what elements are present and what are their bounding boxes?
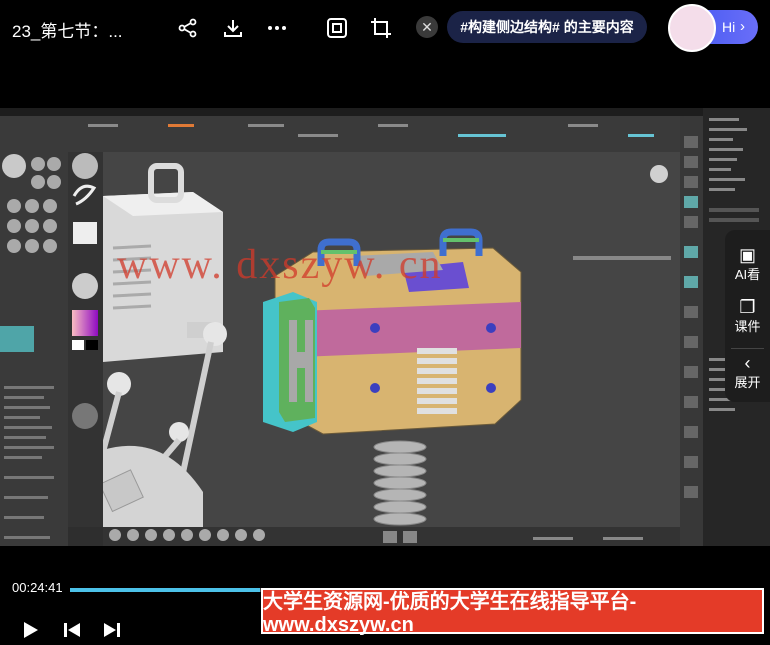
courseware-button[interactable]: ❐ 课件 <box>725 298 770 335</box>
zbrush-right-shelf <box>680 116 703 546</box>
progress-bar-fill <box>70 588 260 592</box>
next-icon[interactable] <box>102 620 122 645</box>
ai-icon: ▣ <box>738 245 756 265</box>
site-watermark: www. dxszyw. cn <box>117 242 443 288</box>
ai-watch-label: AI看 <box>734 267 761 282</box>
assistant-label: Hi <box>722 19 736 35</box>
chevron-right-icon: › <box>740 18 745 35</box>
zbrush-viewport <box>99 152 680 527</box>
top-bar: 23_第七节：... ✕ #构建侧边结构# 的主要内容 Hi › <box>0 0 770 56</box>
video-frame[interactable]: www. dxszyw. cn <box>0 108 770 546</box>
assistant-avatar-icon <box>668 4 716 52</box>
more-icon[interactable] <box>263 14 291 42</box>
zbrush-toolbar <box>68 116 703 152</box>
close-icon[interactable]: ✕ <box>416 16 438 38</box>
zbrush-screenshot: www. dxszyw. cn <box>0 108 703 546</box>
play-icon[interactable] <box>20 620 40 645</box>
zbrush-menu-bar <box>0 108 703 116</box>
chevron-left-icon: ‹ <box>744 353 751 373</box>
document-icon: ❐ <box>739 297 756 317</box>
site-banner: 大学生资源网-优质的大学生在线指导平台-www.dxszyw.cn <box>261 588 764 636</box>
expand-button[interactable]: ‹ 展开 <box>725 354 770 391</box>
zbrush-left-tray <box>0 116 68 546</box>
zbrush-brush-column <box>68 152 103 527</box>
crop-icon[interactable] <box>367 14 395 42</box>
current-time: 00:24:41 <box>12 580 63 595</box>
download-icon[interactable] <box>219 14 247 42</box>
zbrush-bottom-shelf <box>103 527 680 546</box>
topic-tag[interactable]: #构建侧边结构# 的主要内容 <box>447 11 647 43</box>
previous-icon[interactable] <box>62 620 82 645</box>
side-tools-panel: ▣ AI看 ❐ 课件 ‹ 展开 <box>725 230 770 402</box>
courseware-label: 课件 <box>734 319 761 334</box>
video-title: 23_第七节：... <box>12 22 123 41</box>
share-icon[interactable] <box>174 14 202 42</box>
ai-watch-button[interactable]: ▣ AI看 <box>725 246 770 283</box>
expand-label: 展开 <box>734 375 761 390</box>
screen-capture-icon[interactable] <box>323 14 351 42</box>
assistant-button[interactable]: Hi › <box>668 4 758 52</box>
